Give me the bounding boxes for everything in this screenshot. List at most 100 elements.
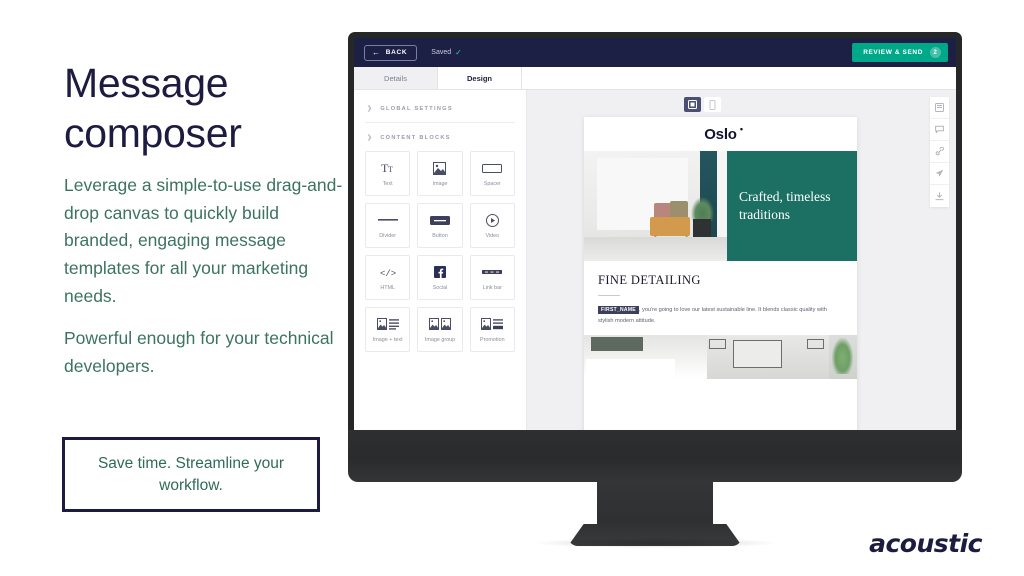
section-global-settings-label: GLOBAL SETTINGS bbox=[380, 105, 453, 112]
block-tile-image-group-label: Image group bbox=[424, 337, 456, 343]
photo-bench bbox=[649, 217, 690, 236]
chevron-right-icon: ❯ bbox=[367, 135, 374, 141]
preview-icon[interactable] bbox=[930, 97, 949, 119]
block-tile-text[interactable]: TT Text bbox=[365, 151, 411, 196]
gallery-image-3 bbox=[829, 334, 857, 379]
code-icon: </> bbox=[380, 264, 396, 280]
content-blocks-panel: ❯ GLOBAL SETTINGS ❯ CONTENT BLOCKS TT Te… bbox=[354, 90, 527, 437]
photo-planter bbox=[692, 219, 712, 238]
callout-box: Save time. Streamline your workflow. bbox=[62, 437, 320, 512]
monitor-shadow bbox=[536, 538, 776, 548]
block-tile-divider-label: Divider bbox=[379, 233, 397, 239]
block-tile-image-group[interactable]: Image group bbox=[417, 307, 463, 352]
gallery-shelf bbox=[591, 337, 643, 351]
block-tile-link-bar-label: Link bar bbox=[482, 285, 502, 291]
comment-icon[interactable] bbox=[930, 119, 949, 141]
block-tile-image-text-label: Image + text bbox=[372, 337, 403, 343]
body-paragraph-2: Powerful enough for your technical devel… bbox=[64, 328, 334, 376]
page-title: Message composer bbox=[64, 60, 242, 157]
saved-status: Saved ✓ bbox=[431, 48, 462, 57]
block-tile-button-label: Button bbox=[432, 233, 448, 239]
app-tabs: Details Design bbox=[354, 67, 956, 90]
review-and-send-label: REVIEW & SEND bbox=[863, 49, 923, 56]
chevron-right-icon: ❯ bbox=[367, 106, 374, 112]
block-tile-image[interactable]: Image bbox=[417, 151, 463, 196]
desktop-view-icon[interactable] bbox=[684, 97, 701, 112]
email-image-group-block[interactable] bbox=[584, 334, 857, 379]
text-icon: TT bbox=[381, 160, 395, 176]
review-and-send-button[interactable]: REVIEW & SEND 2 bbox=[852, 43, 948, 62]
block-tile-divider[interactable]: Divider bbox=[365, 203, 411, 248]
block-tile-html[interactable]: </> HTML bbox=[365, 255, 411, 300]
app-screen: ← BACK Saved ✓ REVIEW & SEND 2 Details D… bbox=[354, 38, 956, 437]
spacer-icon bbox=[482, 160, 503, 176]
callout-text: Save time. Streamline your workflow. bbox=[97, 454, 285, 494]
arrow-left-icon: ← bbox=[372, 47, 381, 57]
block-tile-promotion[interactable]: Promotion bbox=[469, 307, 515, 352]
email-brand-logo: Oslo • bbox=[704, 124, 743, 143]
section-content-blocks[interactable]: ❯ CONTENT BLOCKS bbox=[365, 129, 515, 149]
block-tile-button[interactable]: Button bbox=[417, 203, 463, 248]
send-icon[interactable] bbox=[930, 163, 949, 185]
email-canvas-area: Oslo • Crafted, timeless traditions FINE… bbox=[527, 90, 956, 437]
link-bar-icon bbox=[482, 264, 503, 280]
email-section-title: FINE DETAILING bbox=[598, 273, 701, 287]
gallery-card bbox=[586, 358, 675, 378]
email-logo-block[interactable]: Oslo • bbox=[584, 117, 857, 151]
block-tile-video[interactable]: Video bbox=[469, 203, 515, 248]
email-hero-block[interactable]: Crafted, timeless traditions bbox=[584, 151, 857, 261]
photo-floor bbox=[584, 236, 727, 261]
back-button-label: BACK bbox=[385, 49, 408, 56]
body-paragraph-1: Leverage a simple-to-use drag-and-drop c… bbox=[64, 175, 343, 306]
block-tile-spacer-label: Spacer bbox=[483, 181, 501, 187]
video-icon bbox=[485, 212, 499, 228]
promotion-icon bbox=[481, 316, 504, 332]
monitor-mockup: ← BACK Saved ✓ REVIEW & SEND 2 Details D… bbox=[340, 32, 970, 548]
block-tile-image-label: Image bbox=[432, 181, 448, 187]
acoustic-logo: acoustic bbox=[869, 529, 982, 558]
gallery-frame-small-1 bbox=[708, 339, 727, 349]
email-preview[interactable]: Oslo • Crafted, timeless traditions FINE… bbox=[584, 117, 857, 437]
block-tile-spacer[interactable]: Spacer bbox=[469, 151, 515, 196]
block-tile-promotion-label: Promotion bbox=[480, 337, 505, 343]
download-icon[interactable] bbox=[930, 185, 949, 207]
gallery-image-1 bbox=[584, 334, 707, 379]
section-content-blocks-label: CONTENT BLOCKS bbox=[380, 134, 451, 141]
block-tile-grid: TT Text Image Spacer Divider Button Vide… bbox=[365, 151, 515, 352]
tab-details[interactable]: Details bbox=[354, 67, 438, 89]
check-icon: ✓ bbox=[455, 48, 462, 57]
block-tile-social[interactable]: Social bbox=[417, 255, 463, 300]
facebook-icon bbox=[433, 264, 446, 280]
gallery-frame-small-2 bbox=[806, 339, 825, 349]
gallery-leaf bbox=[832, 338, 853, 374]
block-tile-text-label: Text bbox=[382, 181, 393, 187]
hero-interior-photo bbox=[584, 151, 727, 261]
app-workarea: ❯ GLOBAL SETTINGS ❯ CONTENT BLOCKS TT Te… bbox=[354, 90, 956, 437]
button-icon bbox=[429, 212, 450, 228]
saved-status-label: Saved bbox=[431, 49, 452, 56]
block-tile-html-label: HTML bbox=[380, 285, 395, 291]
email-text-block[interactable]: FINE DETAILING FIRST_NAME, you're going … bbox=[584, 261, 857, 335]
back-button[interactable]: ← BACK bbox=[364, 44, 418, 61]
gallery-frame-large bbox=[733, 340, 783, 369]
block-tile-link-bar[interactable]: Link bar bbox=[469, 255, 515, 300]
mobile-view-icon[interactable] bbox=[704, 97, 721, 112]
review-step-badge: 2 bbox=[930, 47, 941, 58]
app-topbar: ← BACK Saved ✓ REVIEW & SEND 2 bbox=[354, 38, 956, 67]
logo-dot-icon: • bbox=[739, 123, 743, 134]
tab-design[interactable]: Design bbox=[438, 67, 522, 89]
section-global-settings[interactable]: ❯ GLOBAL SETTINGS bbox=[365, 100, 515, 120]
monitor-bezel: ← BACK Saved ✓ REVIEW & SEND 2 Details D… bbox=[348, 32, 962, 437]
link-icon[interactable] bbox=[930, 141, 949, 163]
slide-text-column: Message composer Leverage a simple-to-us… bbox=[64, 58, 344, 381]
monitor-chin bbox=[348, 430, 962, 482]
block-tile-video-label: Video bbox=[485, 233, 500, 239]
email-section-body: FIRST_NAME, you're going to love our lat… bbox=[598, 305, 843, 327]
svg-text:</>: </> bbox=[380, 269, 396, 278]
personalization-token[interactable]: FIRST_NAME bbox=[598, 306, 639, 314]
canvas-tool-rail bbox=[930, 97, 949, 207]
view-toggle-group bbox=[684, 97, 721, 112]
block-tile-image-text[interactable]: Image + text bbox=[365, 307, 411, 352]
hero-heading: Crafted, timeless traditions bbox=[739, 189, 831, 222]
block-tile-social-label: Social bbox=[432, 285, 448, 291]
